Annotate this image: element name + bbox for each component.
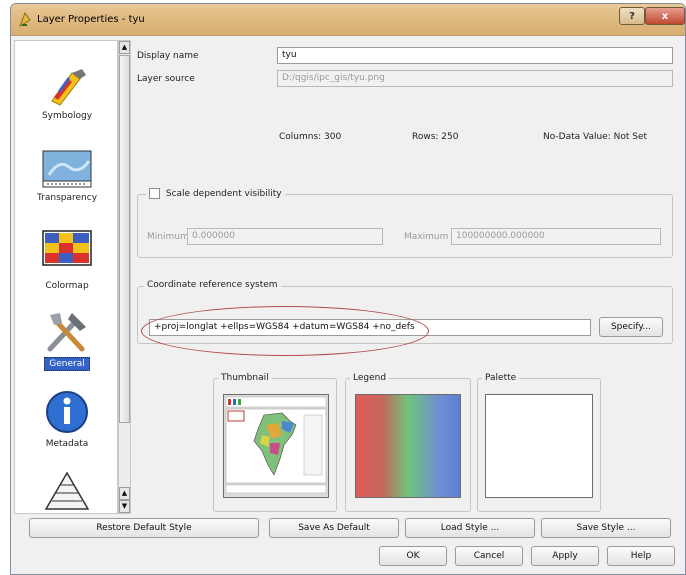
pyramids-icon (44, 471, 90, 510)
nodata-text: No-Data Value: Not Set (543, 132, 648, 142)
general-tools-icon (47, 313, 86, 352)
nav-label-general: General (44, 357, 90, 371)
display-name-label: Display name (137, 51, 199, 61)
display-name-input[interactable]: tyu (277, 47, 673, 64)
layer-source-input: D:/qgis/ipc_gis/tyu.png (277, 70, 673, 87)
colormap-grid-icon (42, 230, 92, 266)
nav-item-transparency[interactable]: Transparency (15, 149, 119, 203)
layer-properties-dialog: Layer Properties - tyu ? x Symbology Tra… (10, 3, 686, 575)
rows-text: Rows: 250 (412, 132, 459, 142)
nav-item-symbology[interactable]: Symbology (15, 67, 119, 121)
scroll-up-button[interactable]: ▲ (119, 41, 130, 54)
thumbnail-image (223, 394, 329, 498)
crs-input[interactable]: +proj=longlat +ellps=WGS84 +datum=WGS84 … (149, 319, 591, 336)
specify-button[interactable]: Specify... (599, 317, 663, 337)
scroll-down-button-2[interactable]: ▼ (119, 500, 130, 513)
nav-label-metadata: Metadata (45, 439, 89, 449)
load-style-button[interactable]: Load Style ... (405, 518, 535, 538)
section-list: Symbology Transparency Colormap General … (14, 40, 118, 514)
apply-button[interactable]: Apply (531, 546, 599, 566)
qgis-app-icon (19, 11, 31, 28)
nav-item-general[interactable]: General (15, 309, 119, 371)
nav-label-colormap: Colormap (45, 281, 89, 291)
legend-gradient (355, 394, 461, 498)
crs-title: Coordinate reference system (144, 280, 281, 290)
save-style-button[interactable]: Save Style ... (541, 518, 671, 538)
transparency-map-icon (42, 150, 92, 188)
cancel-button[interactable]: Cancel (455, 546, 523, 566)
scale-visibility-checkbox[interactable] (149, 188, 160, 199)
thumbnail-title: Thumbnail (218, 373, 272, 383)
scale-visibility-group: Scale dependent visibility (137, 188, 673, 258)
title-close-button[interactable]: x (645, 7, 685, 25)
palette-box (485, 394, 593, 498)
maximum-input: 100000000.000000 (451, 228, 661, 245)
layer-source-label: Layer source (137, 74, 195, 84)
minimum-input: 0.000000 (187, 228, 383, 245)
scroll-thumb[interactable] (119, 55, 130, 423)
title-help-button[interactable]: ? (619, 7, 645, 25)
scale-visibility-label: Scale dependent visibility (165, 189, 282, 199)
scale-visibility-title: Scale dependent visibility (146, 188, 285, 199)
nav-label-transparency: Transparency (36, 193, 98, 203)
ok-button[interactable]: OK (379, 546, 447, 566)
save-as-default-button[interactable]: Save As Default (269, 518, 399, 538)
nav-item-pyramids[interactable] (15, 471, 119, 511)
nav-item-metadata[interactable]: Metadata (15, 389, 119, 449)
metadata-info-icon (46, 391, 88, 433)
columns-text: Columns: 300 (279, 132, 342, 142)
nav-label-symbology: Symbology (41, 111, 93, 121)
palette-title: Palette (482, 373, 520, 383)
legend-title: Legend (350, 373, 390, 383)
title-bar[interactable]: Layer Properties - tyu ? x (11, 4, 685, 36)
symbology-brush-icon (51, 69, 86, 106)
nav-item-colormap[interactable]: Colormap (15, 227, 119, 291)
minimum-label: Minimum (147, 232, 189, 242)
help-button[interactable]: Help (607, 546, 675, 566)
scroll-down-button[interactable]: ▲ (119, 487, 130, 500)
window-title: Layer Properties - tyu (37, 14, 145, 25)
maximum-label: Maximum (404, 232, 449, 242)
india-map-thumbnail-icon (224, 395, 328, 497)
restore-default-style-button[interactable]: Restore Default Style (29, 518, 259, 538)
section-list-scrollbar[interactable]: ▲ ▲ ▼ (118, 40, 131, 514)
